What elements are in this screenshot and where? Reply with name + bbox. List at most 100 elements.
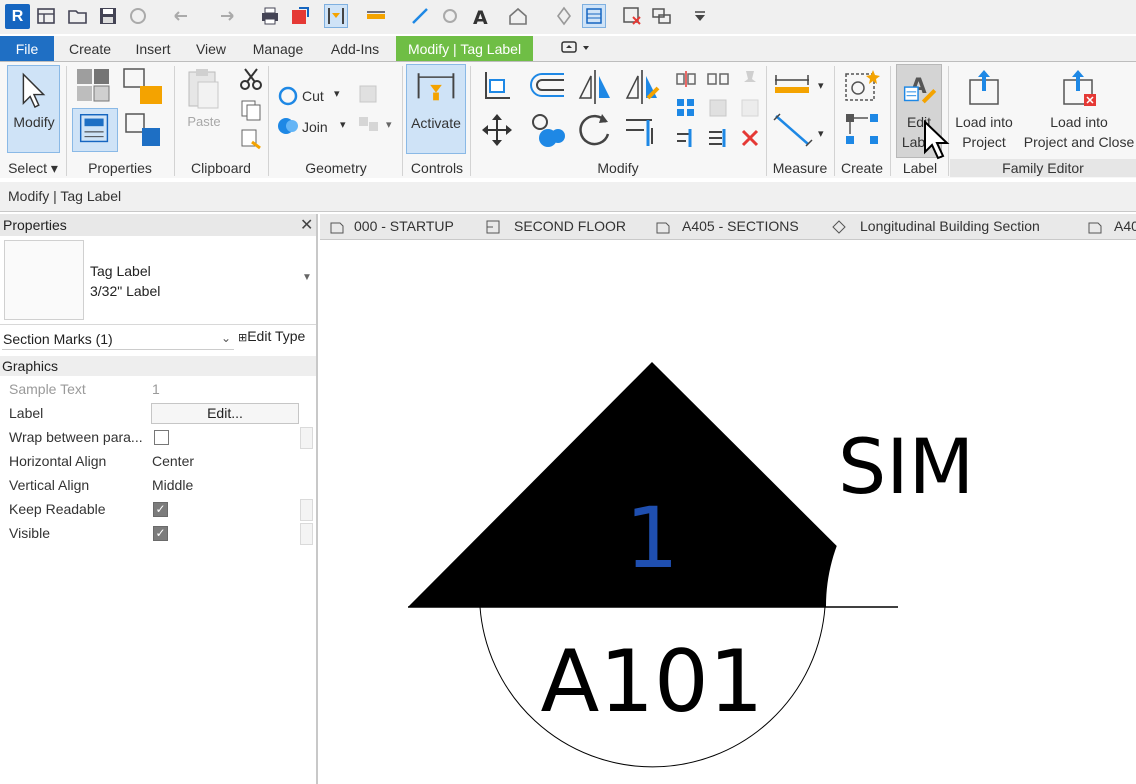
horizontal-align-value[interactable]: Center xyxy=(152,453,194,469)
copy-icon[interactable] xyxy=(238,98,264,122)
move-icon[interactable] xyxy=(480,112,514,148)
dimension-icon[interactable] xyxy=(364,4,388,28)
label-edit-button[interactable]: Edit... xyxy=(151,403,299,424)
family-category-icon[interactable] xyxy=(120,108,166,152)
customize-dropdown-icon[interactable] xyxy=(688,4,712,28)
wrap-checkbox[interactable] xyxy=(154,430,169,445)
join-dropdown-icon[interactable]: ▾ xyxy=(340,115,346,135)
load-close-line1[interactable]: Load into xyxy=(1022,112,1136,132)
cut-icon[interactable] xyxy=(238,66,264,92)
tab-insert[interactable]: Insert xyxy=(128,36,178,62)
revit-logo-icon[interactable]: R xyxy=(5,4,30,29)
tab-manage[interactable]: Manage xyxy=(246,36,310,62)
view-tab-second-floor[interactable]: SECOND FLOOR xyxy=(514,218,626,234)
tab-add-ins[interactable]: Add-Ins xyxy=(324,36,386,62)
thin-lines-icon[interactable] xyxy=(582,4,606,28)
close-icon[interactable]: ✕ xyxy=(300,215,313,235)
join-label[interactable]: Join xyxy=(302,117,328,137)
copy-element-icon[interactable] xyxy=(528,110,568,150)
view-tab-longitudinal-section[interactable]: Longitudinal Building Section xyxy=(860,218,1040,234)
cut-dropdown-icon[interactable]: ▾ xyxy=(334,84,340,104)
vertical-align-value[interactable]: Middle xyxy=(152,477,193,493)
close-hidden-icon[interactable] xyxy=(620,4,644,28)
instance-filter[interactable]: Section Marks (1) ⌄ xyxy=(2,328,234,350)
visible-checkbox[interactable]: ✓ xyxy=(153,526,168,541)
panel-select-label[interactable]: Select ▾ xyxy=(2,159,64,177)
join-icon[interactable] xyxy=(276,114,300,138)
text-icon[interactable]: A xyxy=(468,4,492,28)
pin-icon[interactable] xyxy=(738,68,762,90)
load-into-project-line1[interactable]: Load into xyxy=(950,112,1018,132)
dimension-dropdown-icon[interactable]: ▾ xyxy=(818,124,824,144)
tab-view[interactable]: View xyxy=(190,36,232,62)
detail-number-label[interactable]: 1 xyxy=(625,489,678,587)
wall-joins-icon[interactable] xyxy=(356,82,380,106)
cope-icon[interactable] xyxy=(276,84,300,108)
tab-create[interactable]: Create xyxy=(60,36,120,62)
export-icon[interactable] xyxy=(288,4,312,28)
trim-extend-icon[interactable] xyxy=(622,110,662,150)
view-tab-a405-sections[interactable]: A405 - SECTIONS xyxy=(682,218,799,234)
panel-toggle-icon[interactable] xyxy=(556,36,594,62)
create-similar-icon[interactable] xyxy=(842,110,884,150)
chevron-down-icon[interactable]: ⌄ xyxy=(221,331,231,345)
edit-type-button[interactable]: ⊞Edit Type xyxy=(238,328,305,344)
unpin-icon[interactable] xyxy=(738,96,762,120)
drawing-canvas[interactable]: 1 A101 SIM xyxy=(320,241,1136,784)
split-face-icon[interactable] xyxy=(356,112,382,136)
load-into-project-icon[interactable] xyxy=(962,66,1006,110)
offset-icon[interactable] xyxy=(524,68,568,102)
3d-view-icon[interactable] xyxy=(506,4,530,28)
align-icon[interactable] xyxy=(480,68,514,102)
delete-icon[interactable] xyxy=(738,126,762,150)
measure-dropdown-icon[interactable]: ▾ xyxy=(818,76,824,96)
graphics-group-header[interactable]: Graphics xyxy=(0,356,316,376)
save-icon[interactable] xyxy=(96,4,120,28)
modify-button[interactable] xyxy=(7,65,60,153)
print-icon[interactable] xyxy=(258,4,282,28)
aligned-icon[interactable] xyxy=(438,4,462,28)
properties-toggle-icon[interactable] xyxy=(72,108,118,152)
family-types-icon[interactable] xyxy=(120,66,166,108)
tab-file[interactable]: File xyxy=(0,36,54,62)
array-icon[interactable] xyxy=(674,96,698,120)
mirror-draw-icon[interactable] xyxy=(622,68,662,108)
type-selector-family[interactable]: Tag Label xyxy=(90,263,151,279)
tag-icon[interactable] xyxy=(324,4,348,28)
sheet-number-label[interactable]: A101 xyxy=(541,632,764,732)
create-group-icon[interactable] xyxy=(840,66,884,108)
geometry-dropdown-icon[interactable]: ▾ xyxy=(386,115,392,135)
activate-button[interactable] xyxy=(406,64,466,154)
switch-windows-icon[interactable] xyxy=(650,4,674,28)
undo-icon[interactable] xyxy=(170,4,194,28)
scale-icon[interactable] xyxy=(706,96,730,120)
measure-icon[interactable] xyxy=(408,4,432,28)
sync-icon[interactable] xyxy=(126,4,150,28)
view-tab-a40[interactable]: A40 xyxy=(1114,218,1136,234)
paste-icon[interactable] xyxy=(184,66,224,114)
type-properties-icon[interactable] xyxy=(74,66,116,106)
keep-readable-checkbox[interactable]: ✓ xyxy=(153,502,168,517)
view-tab-startup[interactable]: 000 - STARTUP xyxy=(354,218,454,234)
split-element-icon[interactable] xyxy=(674,68,698,90)
load-close-line2[interactable]: Project and Close xyxy=(1022,132,1136,152)
cut-geometry-label[interactable]: Cut xyxy=(302,86,324,106)
split-gap-icon[interactable] xyxy=(706,68,730,90)
load-into-project-line2[interactable]: Project xyxy=(950,132,1018,152)
redo-icon[interactable] xyxy=(214,4,238,28)
match-properties-icon[interactable] xyxy=(238,126,264,152)
home-grid-icon[interactable] xyxy=(34,4,58,28)
sim-note-text[interactable]: SIM xyxy=(838,422,974,511)
open-icon[interactable] xyxy=(66,4,90,28)
aligned-dimension-icon[interactable] xyxy=(772,110,814,150)
mirror-axis-icon[interactable] xyxy=(576,68,614,106)
measure-between-icon[interactable] xyxy=(772,72,812,98)
type-selector-type[interactable]: 3/32" Label xyxy=(90,283,160,299)
type-selector-dropdown-icon[interactable]: ▼ xyxy=(302,272,312,283)
tab-modify-tag-label[interactable]: Modify | Tag Label xyxy=(396,36,533,62)
section-icon[interactable] xyxy=(552,4,576,28)
trim-multiple-icon[interactable] xyxy=(706,126,730,150)
trim-single-icon[interactable] xyxy=(674,126,698,150)
rotate-icon[interactable] xyxy=(576,110,614,150)
load-into-project-and-close-icon[interactable] xyxy=(1056,66,1102,110)
